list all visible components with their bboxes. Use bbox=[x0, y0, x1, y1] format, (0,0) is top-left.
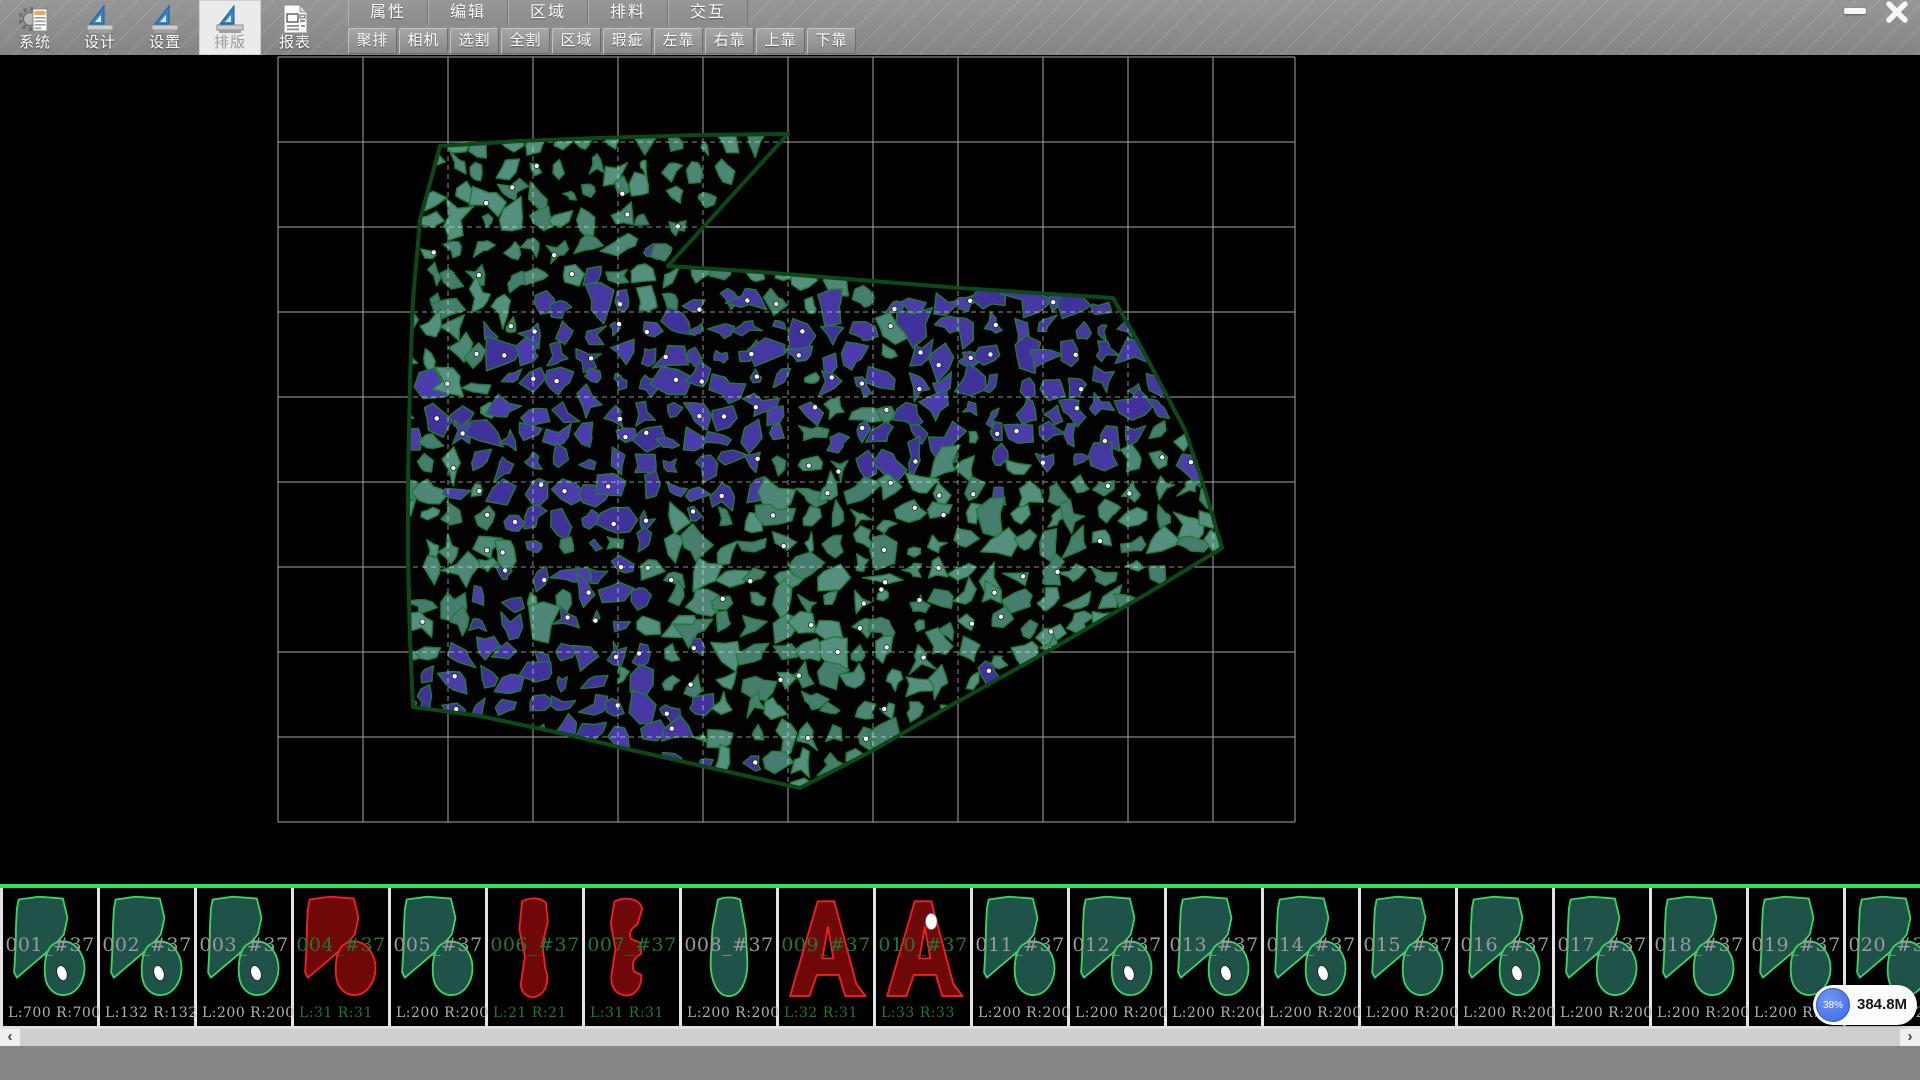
nav-button-settings[interactable]: 设置 bbox=[134, 0, 196, 55]
part-cell-003_#37[interactable]: 003_#37 L:200 R:200 bbox=[197, 888, 294, 1026]
tool-align-bottom[interactable]: 下靠 bbox=[807, 28, 856, 54]
part-name-label: 018_#37 bbox=[1652, 934, 1746, 956]
part-cell-006_#37[interactable]: 006_#37 L:21 R:21 bbox=[488, 888, 585, 1026]
part-cell-002_#37[interactable]: 002_#37 L:132 R:132 bbox=[100, 888, 197, 1026]
part-cell-004_#37[interactable]: 004_#37 L:31 R:31 bbox=[294, 888, 391, 1026]
part-name-label: 005_#37 bbox=[391, 934, 485, 956]
nav-button-report[interactable]: 报表 bbox=[264, 0, 326, 55]
part-lr-label: L:21 R:21 bbox=[493, 1005, 567, 1021]
part-name-label: 008_#37 bbox=[682, 934, 776, 956]
part-name-label: 004_#37 bbox=[294, 934, 388, 956]
part-name-label: 001_#37 bbox=[3, 934, 97, 956]
minimize-icon bbox=[1844, 8, 1866, 14]
part-lr-label: L:200 R:200 bbox=[1269, 1005, 1362, 1021]
scroll-right-arrow-icon[interactable]: › bbox=[1900, 1029, 1920, 1046]
menu-region[interactable]: 区域 bbox=[508, 0, 588, 26]
part-cell-009_#37[interactable]: 009_#37 L:32 R:31 bbox=[779, 888, 876, 1026]
tool-camera[interactable]: 相机 bbox=[399, 28, 448, 54]
part-lr-label: L:700 R:700 bbox=[8, 1005, 101, 1021]
part-cell-011_#37[interactable]: 011_#37 L:200 R:200 bbox=[973, 888, 1070, 1026]
part-cell-014_#37[interactable]: 014_#37 L:200 R:200 bbox=[1264, 888, 1361, 1026]
status-bar bbox=[0, 1046, 1920, 1080]
part-name-label: 003_#37 bbox=[197, 934, 291, 956]
nav-tabs: 系统 设计 设置 bbox=[4, 0, 329, 55]
menu-edit[interactable]: 编辑 bbox=[428, 0, 508, 26]
part-name-label: 020_#37 bbox=[1846, 934, 1920, 956]
scroll-left-arrow-icon[interactable]: ‹ bbox=[0, 1029, 20, 1046]
nav-label: 排版 bbox=[199, 31, 261, 52]
part-lr-label: L:33 R:33 bbox=[881, 1005, 955, 1021]
memory-status-badge: 38% 384.8M bbox=[1813, 985, 1917, 1025]
menu-bar: 属性 编辑 区域 排料 交互 bbox=[348, 0, 748, 27]
nav-button-system[interactable]: 系统 bbox=[4, 0, 66, 55]
part-lr-label: L:200 R:200 bbox=[687, 1005, 780, 1021]
part-name-label: 012_#37 bbox=[1070, 934, 1164, 956]
close-icon bbox=[1884, 0, 1910, 24]
part-lr-label: L:31 R:31 bbox=[299, 1005, 373, 1021]
part-name-label: 014_#37 bbox=[1264, 934, 1358, 956]
usage-percent-badge: 38% bbox=[1816, 988, 1850, 1022]
tool-defect[interactable]: 瑕疵 bbox=[603, 28, 652, 54]
tool-cut-all[interactable]: 全割 bbox=[501, 28, 550, 54]
tool-align-left[interactable]: 左靠 bbox=[654, 28, 703, 54]
nav-button-nesting-active[interactable]: 排版 bbox=[199, 0, 261, 55]
part-lr-label: L:200 R:200 bbox=[1366, 1005, 1459, 1021]
part-name-label: 011_#37 bbox=[973, 934, 1067, 956]
nav-label: 设置 bbox=[134, 31, 196, 52]
nesting-canvas[interactable] bbox=[0, 55, 1920, 884]
nav-label: 报表 bbox=[264, 31, 326, 52]
part-lr-label: L:200 R:200 bbox=[1463, 1005, 1556, 1021]
tool-select-cut[interactable]: 选割 bbox=[450, 28, 499, 54]
part-name-label: 009_#37 bbox=[779, 934, 873, 956]
part-cell-018_#37[interactable]: 018_#37 L:200 R:200 bbox=[1652, 888, 1749, 1026]
part-cell-015_#37[interactable]: 015_#37 L:200 R:200 bbox=[1361, 888, 1458, 1026]
part-name-label: 002_#37 bbox=[100, 934, 194, 956]
part-cell-017_#37[interactable]: 017_#37 L:200 R:200 bbox=[1555, 888, 1652, 1026]
part-lr-label: L:32 R:31 bbox=[784, 1005, 858, 1021]
part-cell-010_#37[interactable]: 010_#37 L:33 R:33 bbox=[876, 888, 973, 1026]
part-lr-label: L:200 R:200 bbox=[978, 1005, 1071, 1021]
part-cell-001_#37[interactable]: 001_#37 L:700 R:700 bbox=[0, 888, 100, 1026]
main-toolbar: 系统 设计 设置 bbox=[0, 0, 1920, 55]
menu-properties[interactable]: 属性 bbox=[348, 0, 428, 26]
part-cell-008_#37[interactable]: 008_#37 L:200 R:200 bbox=[682, 888, 779, 1026]
part-cell-013_#37[interactable]: 013_#37 L:200 R:200 bbox=[1167, 888, 1264, 1026]
part-lr-label: L:132 R:132 bbox=[105, 1005, 198, 1021]
part-cell-005_#37[interactable]: 005_#37 L:200 R:200 bbox=[391, 888, 488, 1026]
tool-align-top[interactable]: 上靠 bbox=[756, 28, 805, 54]
minimize-button[interactable] bbox=[1838, 0, 1872, 22]
tool-align-right[interactable]: 右靠 bbox=[705, 28, 754, 54]
nav-button-design[interactable]: 设计 bbox=[69, 0, 131, 55]
part-lr-label: L:200 R:200 bbox=[1560, 1005, 1653, 1021]
part-name-label: 013_#37 bbox=[1167, 934, 1261, 956]
part-name-label: 007_#37 bbox=[585, 934, 679, 956]
parts-strip: 001_#37L:700 R:700002_#37L:132 R:132003_… bbox=[0, 888, 1920, 1026]
close-button[interactable] bbox=[1878, 0, 1916, 24]
part-lr-label: L:200 R:200 bbox=[1172, 1005, 1265, 1021]
part-name-label: 016_#37 bbox=[1458, 934, 1552, 956]
part-lr-label: L:200 R:200 bbox=[202, 1005, 295, 1021]
menu-nesting[interactable]: 排料 bbox=[588, 0, 668, 26]
part-cell-007_#37[interactable]: 007_#37 L:31 R:31 bbox=[585, 888, 682, 1026]
nav-label: 系统 bbox=[4, 31, 66, 52]
part-lr-label: L:200 R:200 bbox=[1657, 1005, 1750, 1021]
part-cell-012_#37[interactable]: 012_#37 L:200 R:200 bbox=[1070, 888, 1167, 1026]
part-lr-label: L:200 R:200 bbox=[396, 1005, 489, 1021]
part-lr-label: L:200 R:200 bbox=[1075, 1005, 1168, 1021]
part-name-label: 019_#37 bbox=[1749, 934, 1843, 956]
nav-label: 设计 bbox=[69, 31, 131, 52]
tool-bar: 聚排 相机 选割 全割 区域 瑕疵 左靠 右靠 上靠 下靠 bbox=[348, 28, 856, 54]
part-cell-016_#37[interactable]: 016_#37 L:200 R:200 bbox=[1458, 888, 1555, 1026]
part-lr-label: L:31 R:31 bbox=[590, 1005, 664, 1021]
part-name-label: 017_#37 bbox=[1555, 934, 1649, 956]
menu-interaction[interactable]: 交互 bbox=[668, 0, 748, 26]
tool-cluster-nest[interactable]: 聚排 bbox=[348, 28, 397, 54]
memory-value: 384.8M bbox=[1857, 985, 1907, 1025]
part-name-label: 015_#37 bbox=[1361, 934, 1455, 956]
part-name-label: 010_#37 bbox=[876, 934, 970, 956]
tool-region[interactable]: 区域 bbox=[552, 28, 601, 54]
part-name-label: 006_#37 bbox=[488, 934, 582, 956]
horizontal-scrollbar[interactable]: ‹ › bbox=[0, 1029, 1920, 1046]
hide-nesting-view bbox=[0, 55, 1920, 884]
